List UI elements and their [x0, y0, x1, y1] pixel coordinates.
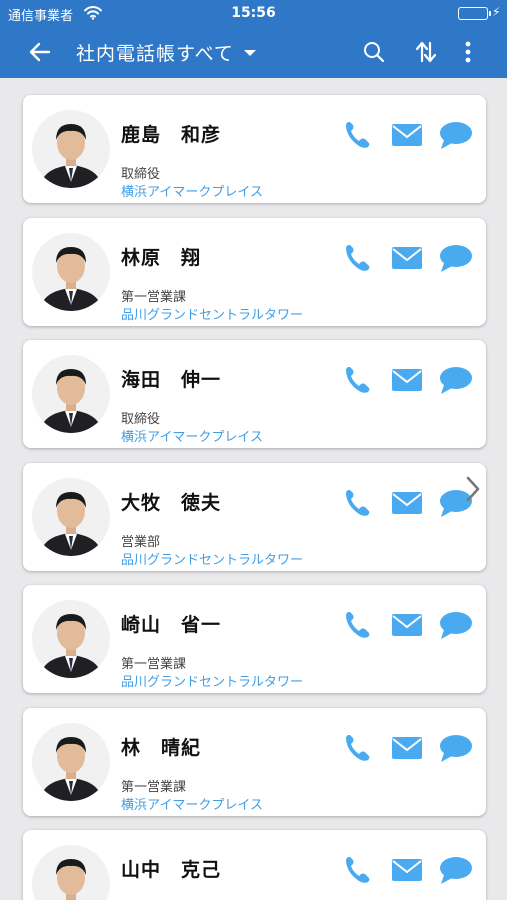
chat-bubble-icon	[440, 367, 472, 394]
contact-position: 第一営業課	[121, 289, 187, 305]
mail-icon	[392, 491, 422, 514]
email-button[interactable]	[389, 240, 425, 276]
contact-location: 品川グランドセントラルタワー	[121, 307, 304, 323]
message-button[interactable]	[437, 240, 473, 276]
contact-location: 品川グランドセントラルタワー	[121, 675, 304, 690]
phone-icon	[346, 612, 370, 638]
mail-icon	[392, 246, 422, 269]
more-vertical-icon	[465, 41, 471, 63]
chat-bubble-icon	[440, 244, 472, 272]
avatar	[32, 110, 110, 188]
avatar	[32, 477, 110, 556]
app-bar: 社内電話帳すべて	[0, 26, 507, 78]
search-icon	[364, 42, 385, 63]
contact-name: 鹿島 和彦	[121, 124, 222, 146]
message-button[interactable]	[437, 852, 473, 888]
email-button[interactable]	[389, 852, 425, 888]
mail-icon	[392, 369, 422, 391]
arrow-left-icon	[29, 42, 51, 62]
page-title: 社内電話帳すべて	[76, 43, 234, 65]
call-button[interactable]	[341, 362, 377, 398]
phone-icon	[346, 244, 370, 271]
contact-card[interactable]: 崎山 省一第一営業課品川グランドセントラルタワー	[23, 585, 486, 693]
contact-name: 林 晴紀	[121, 736, 202, 759]
chat-bubble-icon	[440, 734, 472, 762]
directory-filter-dropdown[interactable]: 社内電話帳すべて	[76, 39, 256, 66]
call-button[interactable]	[341, 730, 377, 766]
sort-button[interactable]	[410, 36, 442, 68]
status-time: 15:56	[231, 5, 276, 21]
email-button[interactable]	[389, 485, 425, 521]
contact-list[interactable]: 鹿島 和彦 取締役 横浜アイマークプレイス 林原 翔第一営業課 品川グランドセントラルタ…	[0, 78, 507, 900]
chat-bubble-icon	[440, 122, 472, 149]
avatar	[32, 600, 110, 678]
contact-card[interactable]: 大牧 徳夫営業部品川グランドセントラルタワー	[23, 462, 486, 571]
mail-icon	[392, 859, 422, 881]
contact-position: 取締役	[121, 412, 161, 427]
message-button[interactable]	[437, 607, 473, 643]
contact-card[interactable]: 鹿島 和彦取締役横浜アイマークプレイス	[23, 95, 486, 203]
phone-icon	[346, 367, 370, 393]
phone-icon	[346, 857, 370, 883]
email-button[interactable]	[389, 117, 425, 153]
back-button[interactable]	[20, 36, 60, 68]
phone-icon	[346, 734, 370, 761]
avatar	[32, 355, 110, 433]
contact-position: 営業部	[121, 534, 161, 550]
mail-icon	[392, 736, 422, 759]
contact-location: 横浜アイマークプレイス	[121, 430, 263, 445]
caret-down-icon	[243, 49, 256, 56]
contact-position: 第一営業課	[121, 657, 187, 672]
contact-name: 崎山 省一	[121, 614, 222, 636]
contact-location: 横浜アイマークプレイス	[121, 185, 263, 200]
next-page-chevron[interactable]	[460, 474, 486, 504]
contact-card[interactable]: 林 晴紀第一営業課横浜アイマークプレイス	[23, 707, 486, 816]
mail-icon	[392, 614, 422, 636]
email-button[interactable]	[389, 607, 425, 643]
sort-arrows-icon	[415, 41, 437, 63]
battery-icon	[458, 7, 491, 20]
phone-icon	[346, 489, 370, 516]
more-options-button[interactable]	[456, 36, 480, 68]
message-button[interactable]	[437, 362, 473, 398]
call-button[interactable]	[341, 607, 377, 643]
call-button[interactable]	[341, 117, 377, 153]
phone-icon	[346, 122, 370, 148]
contact-name: 山中 克己	[121, 859, 222, 881]
chat-bubble-icon	[440, 612, 472, 639]
message-button[interactable]	[437, 730, 473, 766]
contact-card[interactable]: 山中 克己営業部	[23, 830, 486, 900]
contact-name: 海田 伸一	[121, 369, 222, 391]
contact-card[interactable]: 林原 翔第一営業課品川グランドセントラルタワー	[23, 217, 486, 326]
contact-name: 大牧 徳夫	[121, 491, 222, 514]
contact-position: 取締役	[121, 167, 161, 182]
contact-name: 林原 翔	[121, 246, 202, 269]
avatar	[32, 232, 110, 311]
contact-location: 横浜アイマークプレイス	[121, 797, 263, 813]
avatar	[32, 722, 110, 801]
mail-icon	[392, 124, 422, 146]
email-button[interactable]	[389, 362, 425, 398]
status-bar: 通信事業者 15:56 ⚡	[0, 0, 507, 26]
call-button[interactable]	[341, 485, 377, 521]
avatar	[32, 845, 110, 900]
contact-location: 品川グランドセントラルタワー	[121, 552, 304, 568]
chevron-right-icon	[466, 476, 480, 502]
charging-bolt-icon: ⚡	[492, 5, 501, 19]
call-button[interactable]	[341, 852, 377, 888]
search-button[interactable]	[358, 36, 390, 68]
call-button[interactable]	[341, 240, 377, 276]
contact-card[interactable]: 海田 伸一取締役横浜アイマークプレイス	[23, 340, 486, 448]
message-button[interactable]	[437, 117, 473, 153]
contact-position: 第一営業課	[121, 779, 187, 795]
chat-bubble-icon	[440, 857, 472, 884]
email-button[interactable]	[389, 730, 425, 766]
